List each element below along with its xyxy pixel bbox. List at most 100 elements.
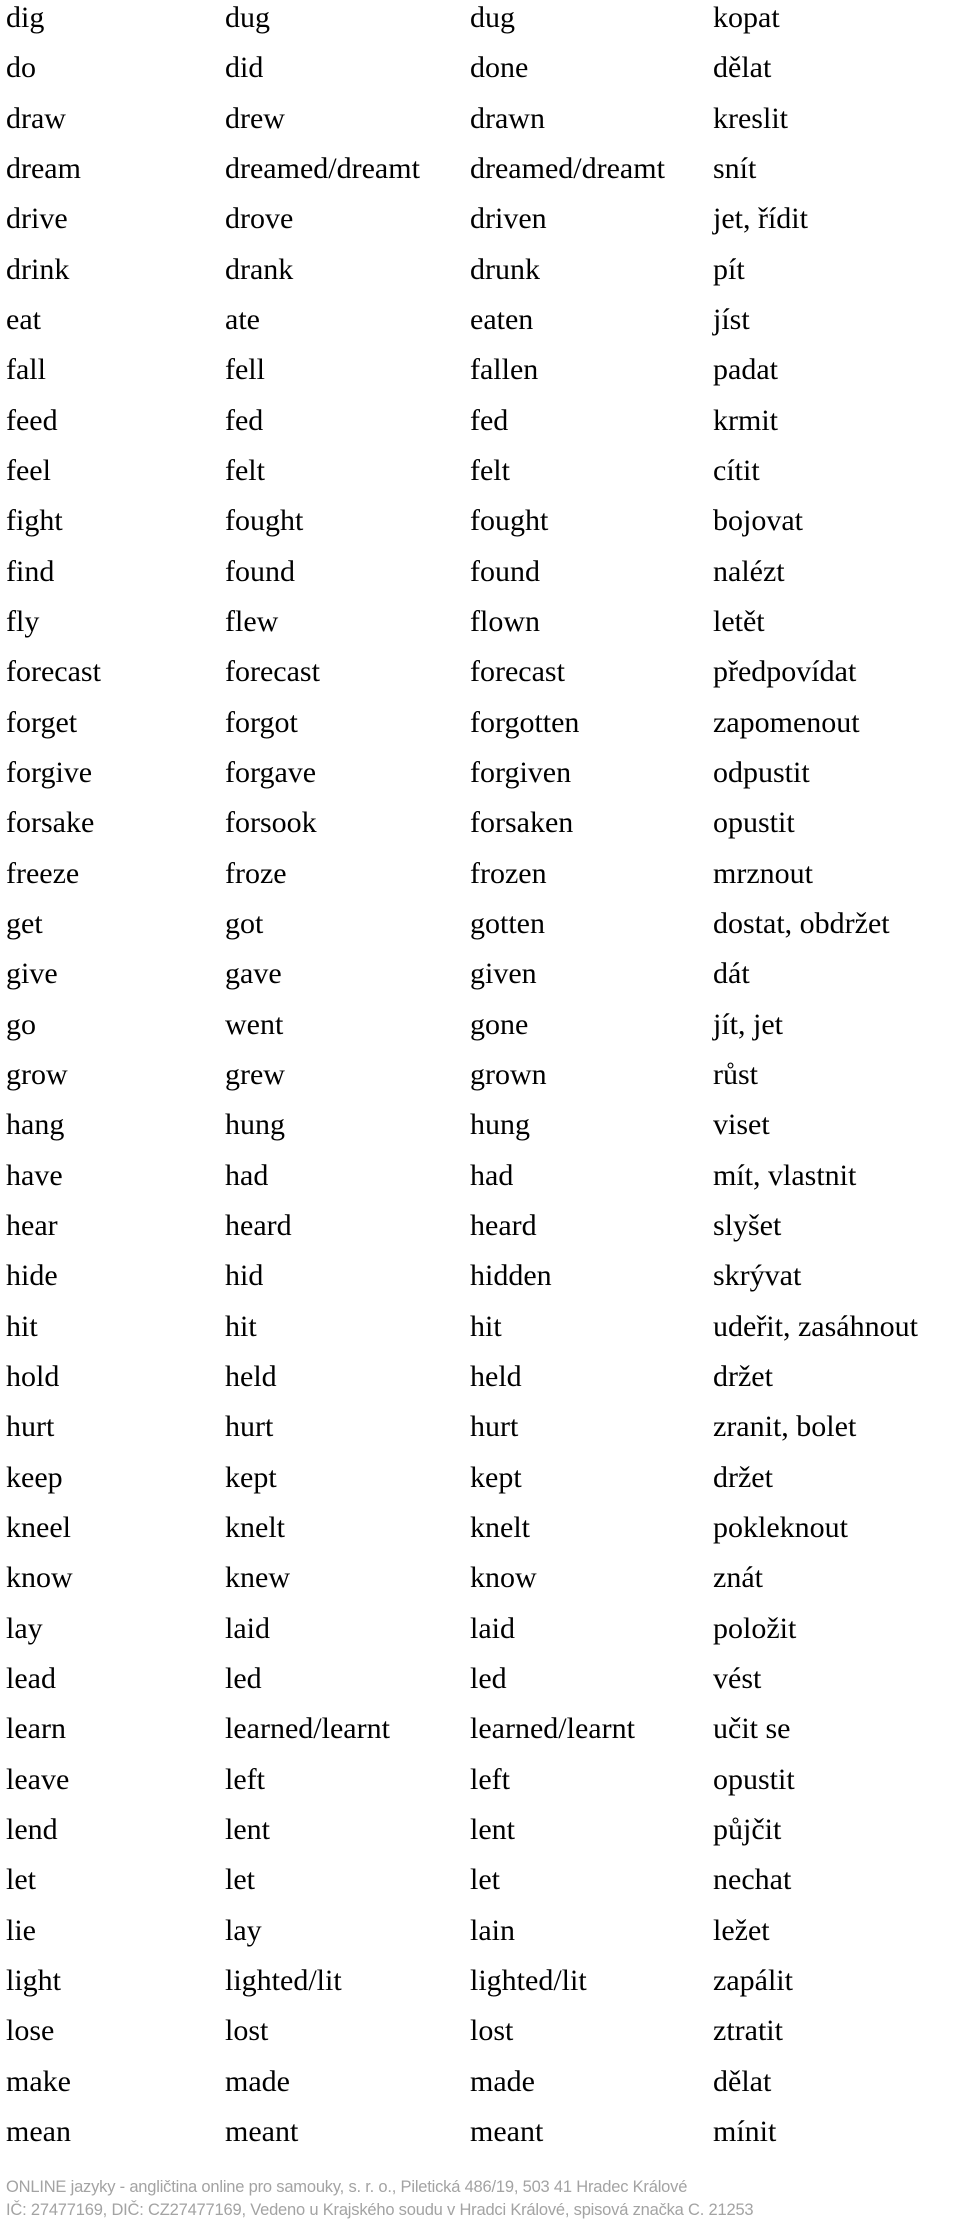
czech-translation-cell: položit [713,1611,797,1645]
past-simple-cell: froze [225,856,287,890]
table-row: drink drank drunk pít [0,245,960,295]
past-participle-cell: frozen [470,856,547,890]
base-form-cell: make [6,2064,71,2098]
past-participle-cell: led [470,1661,507,1695]
base-form-cell: dig [6,1,45,34]
base-form-cell: feed [6,403,58,437]
czech-translation-cell: zapomenout [713,705,860,739]
table-row: freeze froze frozen mrznout [0,849,960,899]
table-row: lay laid laid položit [0,1604,960,1654]
past-participle-cell: hidden [470,1259,552,1293]
past-participle-cell: gotten [470,906,545,940]
past-simple-cell: meant [225,2114,299,2148]
czech-translation-cell: odpustit [713,755,810,789]
base-form-cell: fly [6,604,40,638]
past-participle-cell: flown [470,604,540,638]
czech-translation-cell: vést [713,1661,762,1695]
past-simple-cell: found [225,554,295,588]
czech-translation-cell: držet [713,1359,773,1393]
table-row: leave left left opustit [0,1755,960,1805]
past-participle-cell: lent [470,1812,515,1846]
base-form-cell: hear [6,1208,58,1242]
table-row: lend lent lent půjčit [0,1805,960,1855]
base-form-cell: freeze [6,856,80,890]
czech-translation-cell: dát [713,957,750,991]
base-form-cell: leave [6,1762,70,1796]
table-row: eat ate eaten jíst [0,295,960,345]
czech-translation-cell: držet [713,1460,773,1494]
past-simple-cell: left [225,1762,265,1796]
past-simple-cell: forgot [225,705,298,739]
past-participle-cell: forsaken [470,806,574,840]
past-participle-cell: gone [470,1007,529,1041]
footer-company-line: ONLINE jazyky - angličtina online pro sa… [6,2178,688,2196]
table-row: forecast forecast forecast předpovídat [0,647,960,697]
past-participle-cell: dug [470,1,515,34]
czech-translation-cell: nechat [713,1863,792,1897]
base-form-cell: light [6,1963,62,1997]
base-form-cell: forsake [6,806,95,840]
past-simple-cell: let [225,1863,255,1897]
base-form-cell: drink [6,252,70,286]
base-form-cell: know [6,1561,73,1595]
table-row: hide hid hidden skrývat [0,1251,960,1301]
base-form-cell: lose [6,2014,55,2048]
past-participle-cell: dreamed/dreamt [470,151,665,185]
base-form-cell: lend [6,1812,58,1846]
past-simple-cell: lent [225,1812,270,1846]
past-participle-cell: felt [470,453,510,487]
past-participle-cell: hit [470,1309,502,1343]
past-participle-cell: knelt [470,1510,530,1544]
table-row: know knew know znát [0,1553,960,1603]
base-form-cell: dream [6,151,81,185]
czech-translation-cell: bojovat [713,504,803,538]
base-form-cell: give [6,957,58,991]
past-participle-cell: lost [470,2014,514,2048]
past-simple-cell: hid [225,1259,264,1293]
table-row: fight fought fought bojovat [0,496,960,546]
past-participle-cell: fallen [470,353,539,387]
past-participle-cell: know [470,1561,537,1595]
base-form-cell: mean [6,2114,71,2148]
czech-translation-cell: půjčit [713,1812,782,1846]
past-simple-cell: laid [225,1611,270,1645]
base-form-cell: forgive [6,755,93,789]
table-row: grow grew grown růst [0,1050,960,1100]
table-row: forget forgot forgotten zapomenout [0,698,960,748]
past-participle-cell: lighted/lit [470,1963,587,1997]
past-participle-cell: laid [470,1611,515,1645]
past-simple-cell: had [225,1158,269,1192]
past-simple-cell: drank [225,252,294,286]
past-simple-cell: drew [225,101,285,135]
base-form-cell: hurt [6,1410,55,1444]
past-participle-cell: meant [470,2114,544,2148]
past-participle-cell: drawn [470,101,545,135]
table-row: lose lost lost ztratit [0,2006,960,2056]
past-participle-cell: forecast [470,655,565,689]
base-form-cell: feel [6,453,51,487]
czech-translation-cell: opustit [713,1762,795,1796]
past-simple-cell: grew [225,1057,285,1091]
table-row: dream dreamed/dreamt dreamed/dreamt snít [0,144,960,194]
past-participle-cell: found [470,554,540,588]
czech-translation-cell: opustit [713,806,795,840]
base-form-cell: let [6,1863,36,1897]
czech-translation-cell: jíst [713,302,750,336]
base-form-cell: hold [6,1359,60,1393]
past-simple-cell: fed [225,403,264,437]
past-simple-cell: made [225,2064,290,2098]
past-simple-cell: lost [225,2014,269,2048]
past-simple-cell: went [225,1007,284,1041]
czech-translation-cell: jít, jet [713,1007,783,1041]
past-participle-cell: lain [470,1913,515,1947]
past-participle-cell: eaten [470,302,534,336]
past-participle-cell: left [470,1762,510,1796]
table-row: give gave given dát [0,949,960,999]
past-participle-cell: done [470,51,529,85]
czech-translation-cell: skrývat [713,1259,802,1293]
past-participle-cell: grown [470,1057,547,1091]
past-participle-cell: held [470,1359,522,1393]
past-simple-cell: forgave [225,755,317,789]
czech-translation-cell: předpovídat [713,655,857,689]
table-row: forgive forgave forgiven odpustit [0,748,960,798]
